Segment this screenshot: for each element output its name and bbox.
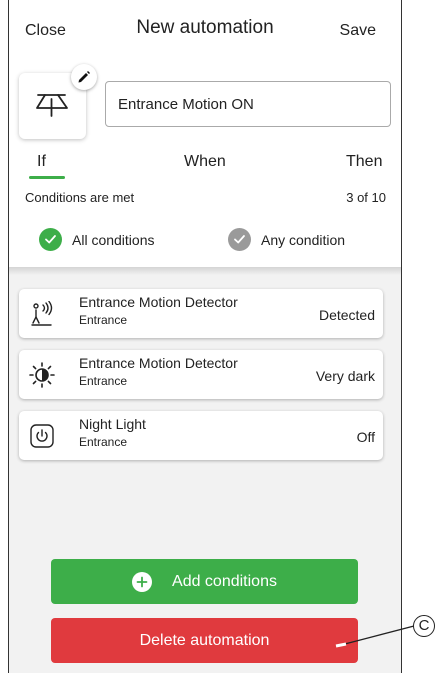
callout-leader-line — [335, 625, 415, 648]
callout-label: C — [413, 615, 435, 637]
